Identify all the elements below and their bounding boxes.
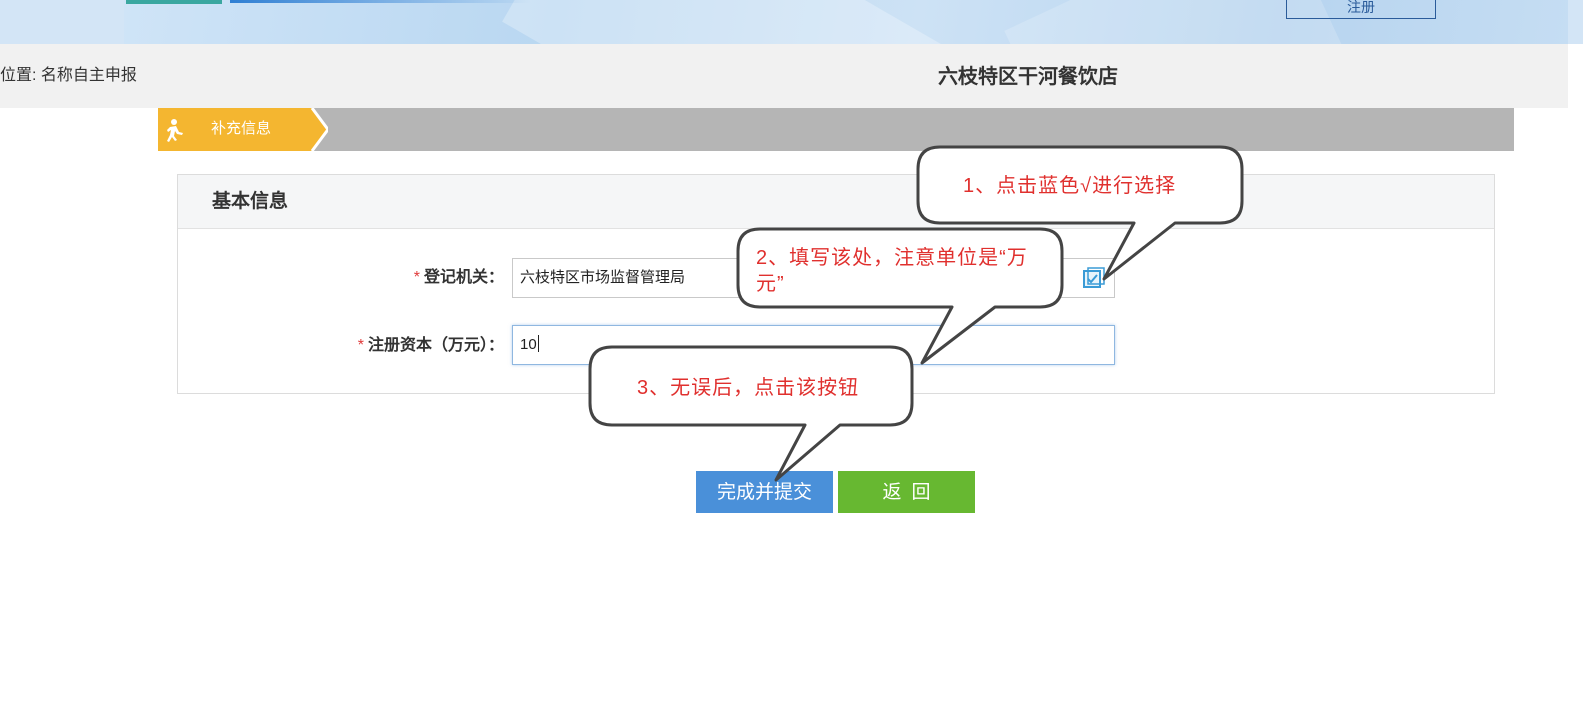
callout-text-2: 2、填写该处，注意单位是“万元” [756,247,1028,295]
callout-text-3: 3、无误后，点击该按钮 [637,377,860,399]
callout-bubble-3 [588,345,914,482]
callout-text-1: 1、点击蓝色√进行选择 [963,175,1177,197]
callout-bubbles [588,145,1244,482]
